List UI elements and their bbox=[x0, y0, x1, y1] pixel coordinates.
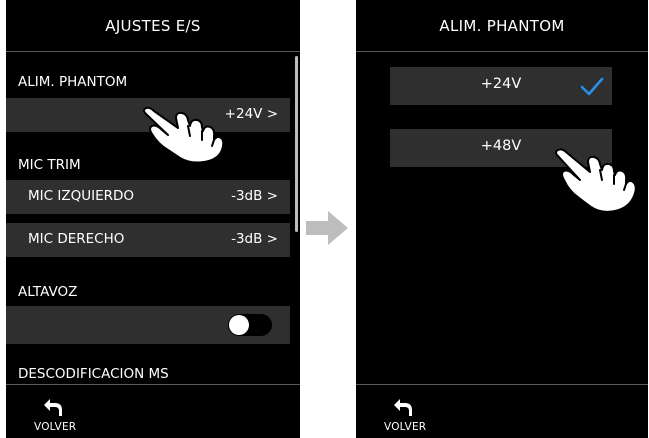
back-button[interactable]: VOLVER bbox=[378, 391, 436, 435]
back-label: VOLVER bbox=[34, 421, 77, 433]
right-arrow-icon bbox=[306, 211, 348, 245]
phantom-section-label: ALIM. PHANTOM bbox=[18, 74, 128, 90]
io-settings-screen: AJUSTES E/S ALIM. PHANTOM +24V > MIC TRI… bbox=[6, 0, 300, 438]
ms-decode-section-label: DESCODIFICACION MS bbox=[18, 366, 169, 382]
option-24v-label: +24V bbox=[480, 76, 522, 92]
option-24v[interactable]: +24V bbox=[390, 67, 612, 105]
back-arrow-icon bbox=[44, 399, 62, 416]
bottom-bar: VOLVER bbox=[6, 384, 300, 438]
bottom-bar: VOLVER bbox=[356, 384, 648, 438]
back-button[interactable]: VOLVER bbox=[28, 391, 86, 435]
title-divider bbox=[356, 51, 648, 52]
tap-hand-icon bbox=[555, 148, 637, 213]
phantom-power-screen: ALIM. PHANTOM +24V +48V VOLVER bbox=[356, 0, 648, 438]
speaker-section-label: ALTAVOZ bbox=[18, 284, 78, 300]
mic-right-label: MIC DERECHO bbox=[28, 231, 125, 247]
screen-title: AJUSTES E/S bbox=[105, 16, 201, 35]
back-label: VOLVER bbox=[384, 421, 427, 433]
phantom-value: +24V > bbox=[224, 106, 278, 122]
check-icon bbox=[580, 77, 604, 96]
speaker-toggle[interactable] bbox=[228, 314, 272, 336]
scrollbar[interactable] bbox=[295, 56, 298, 232]
mic-left-value: -3dB > bbox=[231, 188, 278, 204]
mic-right-value: -3dB > bbox=[231, 231, 278, 247]
mic-left-row[interactable]: MIC IZQUIERDO -3dB > bbox=[6, 180, 290, 214]
speaker-row bbox=[6, 306, 290, 344]
toggle-knob bbox=[229, 315, 249, 335]
screen-title: ALIM. PHANTOM bbox=[439, 16, 565, 35]
mic-right-row[interactable]: MIC DERECHO -3dB > bbox=[6, 223, 290, 257]
tap-hand-icon bbox=[143, 106, 225, 164]
mic-trim-section-label: MIC TRIM bbox=[18, 157, 81, 173]
back-arrow-icon bbox=[394, 399, 412, 416]
title-divider bbox=[6, 51, 300, 52]
mic-left-label: MIC IZQUIERDO bbox=[28, 188, 134, 204]
